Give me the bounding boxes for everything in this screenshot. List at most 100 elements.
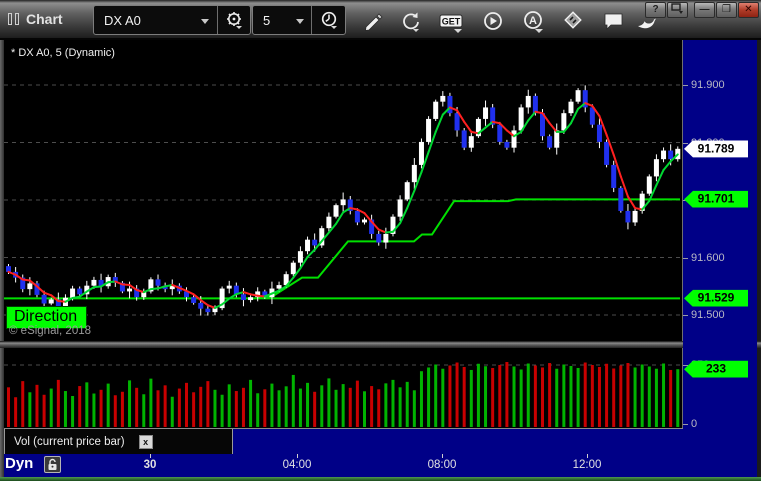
hotlist-button[interactable] (561, 9, 585, 33)
candle-body (661, 150, 667, 160)
candle-body (70, 288, 76, 298)
volume-bar (78, 386, 82, 427)
pencil-icon (365, 13, 383, 31)
reload-button[interactable] (398, 9, 422, 33)
minimize-button[interactable]: — (694, 2, 715, 18)
candle-body (305, 239, 311, 252)
notes-button[interactable] (601, 9, 625, 33)
volume-bar (71, 396, 75, 427)
chevron-down-icon (201, 19, 209, 24)
volume-bar (348, 387, 352, 427)
volume-bar (92, 393, 96, 427)
candle-body (532, 95, 538, 114)
volume-pane[interactable] (4, 348, 683, 428)
ma-line-segment (384, 230, 394, 234)
ma-line-segment (242, 291, 252, 296)
candle-body (483, 107, 489, 119)
time-tick-label: 08:00 (427, 459, 457, 471)
get-quotes-button[interactable]: GET (438, 11, 463, 35)
volume-bar (149, 378, 153, 427)
volume-bar (227, 384, 231, 427)
ma-line-segment (107, 280, 117, 284)
volume-bar (541, 367, 544, 427)
trail-stop-price-tag: 91.701 (684, 190, 748, 208)
symbol-settings-button[interactable] (217, 6, 250, 34)
volume-bar (284, 386, 288, 427)
help-button[interactable]: ? (645, 2, 666, 18)
float-window-icon (671, 3, 683, 14)
ma-line-segment (249, 293, 259, 297)
close-button[interactable]: ✕ (738, 2, 759, 18)
ma-line-segment (164, 283, 174, 288)
candle-body (240, 294, 246, 301)
play-icon (484, 12, 502, 30)
volume-bar (7, 387, 10, 427)
volume-bar (569, 365, 573, 427)
volume-bar (455, 362, 459, 427)
candle-body (376, 233, 382, 243)
ma-line-segment (349, 207, 359, 211)
diamond-tool-icon (564, 11, 582, 29)
restore-float-button[interactable] (667, 2, 688, 18)
ma-line-segment (527, 110, 537, 122)
maximize-button[interactable]: ❒ (716, 2, 737, 18)
volume-bar (669, 369, 673, 427)
candle-body (668, 150, 674, 160)
candle-body (226, 285, 232, 289)
volume-bar (99, 389, 103, 427)
candle-body (312, 239, 318, 246)
axis-tick-mark (683, 424, 688, 425)
volume-bar (498, 365, 502, 427)
refresh-icon (403, 12, 419, 32)
volume-tick-label: 0 (691, 418, 698, 430)
time-template-button[interactable] (311, 6, 345, 34)
symbol-dropdown[interactable]: DX A0 (94, 6, 217, 34)
volume-bar (484, 366, 488, 427)
interval-dropdown[interactable]: 5 (253, 6, 311, 34)
volume-bar (206, 381, 210, 427)
price-axis[interactable]: 91.90091.80091.70091.60091.500250091.789… (683, 40, 757, 477)
volume-bar (441, 368, 445, 427)
volume-bar (49, 388, 53, 427)
candle-body (326, 216, 332, 229)
volume-bar (21, 381, 25, 427)
volume-chart[interactable] (4, 348, 682, 428)
ma-line-segment (470, 130, 480, 135)
candle-body (91, 279, 97, 286)
trailing-stop-line (258, 198, 680, 298)
symbol-value: DX A0 (104, 12, 141, 28)
candle-body (504, 141, 510, 148)
volume-bar (306, 382, 310, 427)
volume-bar (106, 383, 110, 427)
draw-pencil-button[interactable] (360, 9, 384, 33)
ma-line-segment (206, 304, 216, 309)
tab-vol-study[interactable]: Vol (current price bar) x (4, 429, 233, 455)
baseline-price-tag: 91.529 (684, 289, 748, 307)
ma-line-segment (377, 228, 387, 234)
lock-toggle[interactable] (44, 456, 61, 473)
replay-button[interactable] (480, 9, 504, 33)
window-title: Chart (26, 11, 63, 27)
time-axis[interactable]: Dyn 30 04:00 08:00 12:00 (4, 454, 683, 477)
time-tick-mark (442, 454, 443, 458)
volume-bar (291, 374, 295, 427)
candle-body (525, 95, 531, 108)
candle-body (155, 279, 161, 286)
volume-bar (434, 364, 438, 427)
volume-bar (128, 380, 132, 427)
candlestick-chart[interactable] (4, 40, 682, 341)
volume-bar (334, 389, 338, 427)
volume-bar (170, 396, 174, 427)
pane-splitter[interactable] (0, 341, 761, 348)
close-tab-icon[interactable]: x (138, 434, 153, 449)
volume-bar (277, 390, 281, 427)
volume-bar (476, 363, 480, 427)
ma-line-segment (92, 285, 103, 289)
price-pane[interactable]: * DX A0, 5 (Dynamic) Direction © eSignal… (4, 40, 683, 341)
volume-bar (213, 389, 217, 427)
volume-bar (427, 367, 431, 427)
interval-group: 5 (252, 5, 346, 35)
copyright-label: © eSignal, 2018 (9, 325, 92, 337)
auto-refresh-button[interactable]: A (520, 9, 544, 33)
volume-bar (491, 367, 495, 427)
